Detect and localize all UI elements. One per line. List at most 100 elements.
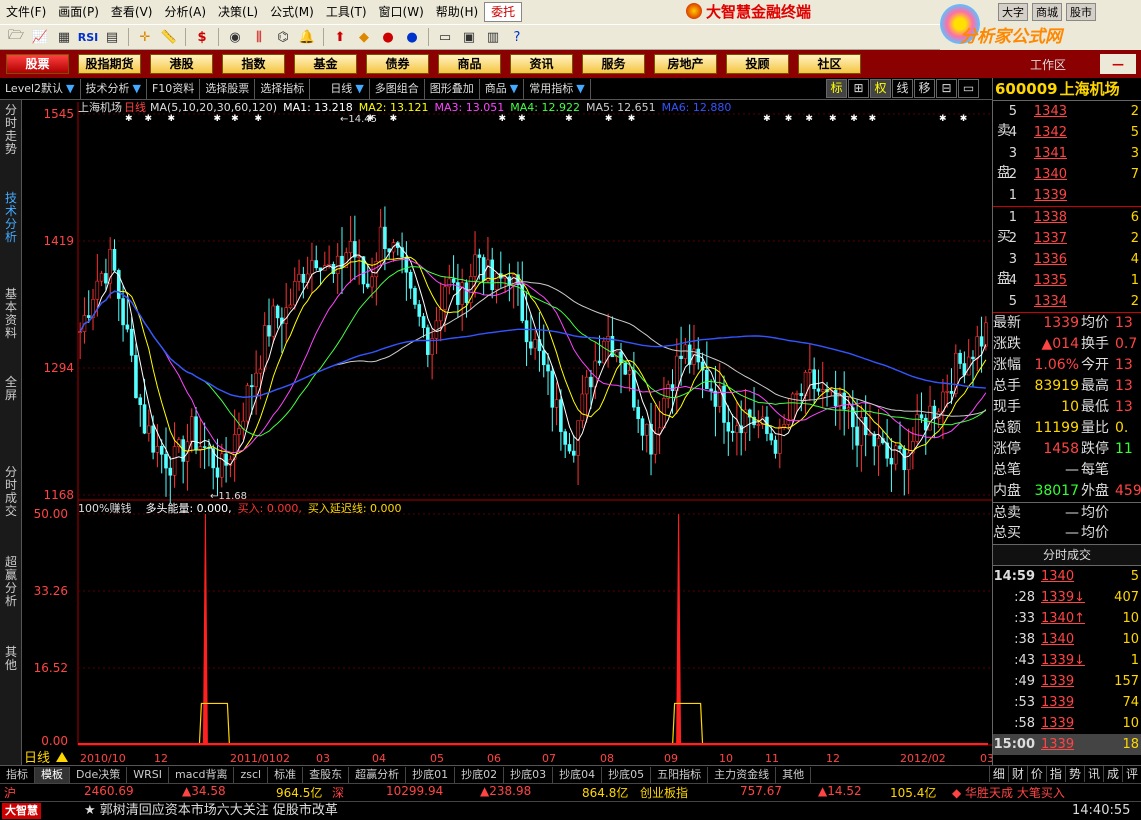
workspace-button[interactable]: 工作区 xyxy=(1030,56,1066,73)
binoculars-icon[interactable]: ⌬ xyxy=(273,27,293,47)
btab-super-analysis[interactable]: 超赢分析 xyxy=(349,766,407,783)
tab-fundamentals[interactable]: 基本资料 xyxy=(2,288,20,340)
mode-full-button[interactable]: ▭ xyxy=(958,79,979,98)
trade-row[interactable]: :49 1339 157 xyxy=(993,671,1141,692)
help-icon[interactable]: ? xyxy=(507,27,527,47)
btab-main-fund[interactable]: 主力资金线 xyxy=(708,766,777,783)
line-chart-icon[interactable]: 📈 xyxy=(30,27,50,47)
market-button[interactable]: 股市 xyxy=(1066,3,1096,21)
f10-button[interactable]: F10资料 xyxy=(147,78,201,99)
trade-row[interactable]: 15:00 1339 18 xyxy=(993,734,1141,755)
btab-bottom02[interactable]: 抄底02 xyxy=(455,766,505,783)
books-icon[interactable]: ▥ xyxy=(483,27,503,47)
select-indicator-button[interactable]: 选择指标 xyxy=(255,78,311,99)
trade-row[interactable]: :28 1339↓ 407 xyxy=(993,587,1141,608)
sh-market-label[interactable]: 沪 xyxy=(4,784,16,801)
tab-intraday[interactable]: 分时走势 xyxy=(2,104,20,156)
alarm-icon[interactable]: 🔔 xyxy=(297,27,317,47)
trade-row[interactable]: 14:59 1340 5 xyxy=(993,566,1141,587)
trade-row[interactable]: :53 1339 74 xyxy=(993,692,1141,713)
btab-indicator[interactable]: 指标 xyxy=(0,766,35,783)
cat-commodities[interactable]: 商品 xyxy=(438,54,501,74)
btab-wrsi[interactable]: WRSI xyxy=(127,766,169,783)
btab-bottom05[interactable]: 抄底05 xyxy=(602,766,652,783)
buy-row[interactable]: 5 1334 2 xyxy=(993,291,1141,312)
trade-row[interactable]: :58 1339 10 xyxy=(993,713,1141,734)
overlay-button[interactable]: 图形叠加 xyxy=(425,78,480,99)
cat-index-futures[interactable]: 股指期货 xyxy=(78,54,141,74)
gem-label[interactable]: 创业板指 xyxy=(640,784,688,801)
rtab-finance[interactable]: 财 xyxy=(1007,766,1027,782)
cat-community[interactable]: 社区 xyxy=(798,54,861,74)
tab-fullscreen[interactable]: 全屏 xyxy=(2,376,20,402)
rtab-trend[interactable]: 势 xyxy=(1064,766,1084,782)
btab-macd-divergence[interactable]: macd背离 xyxy=(169,766,235,783)
period-selector[interactable]: 日线 ▼ xyxy=(310,78,370,99)
rsi-icon[interactable]: RSI xyxy=(78,27,99,47)
level2-selector[interactable]: Level2默认 ▼ xyxy=(0,78,81,99)
buy-row[interactable]: 2 1337 2 xyxy=(993,228,1141,249)
bars-icon[interactable]: ⫼ xyxy=(249,27,269,47)
btab-five-yang[interactable]: 五阳指标 xyxy=(651,766,709,783)
cat-news[interactable]: 资讯 xyxy=(510,54,573,74)
rtab-news[interactable]: 讯 xyxy=(1083,766,1103,782)
dollar-icon[interactable]: $ xyxy=(192,27,212,47)
menu-view[interactable]: 查看(V) xyxy=(105,0,159,24)
cat-hk-stocks[interactable]: 港股 xyxy=(150,54,213,74)
menu-file[interactable]: 文件(F) xyxy=(0,0,52,24)
commodity-selector[interactable]: 商品 ▼ xyxy=(480,78,525,99)
crosshair-icon[interactable]: ✛ xyxy=(135,27,155,47)
sell-row[interactable]: 5 1343 2 xyxy=(993,101,1141,122)
btab-shareholders[interactable]: 查股东 xyxy=(303,766,350,783)
btab-bottom03[interactable]: 抄底03 xyxy=(504,766,554,783)
btab-template[interactable]: 模板 xyxy=(35,766,70,783)
btab-bottom04[interactable]: 抄底04 xyxy=(553,766,603,783)
tab-trades[interactable]: 分时成交 xyxy=(2,466,20,518)
menu-trade[interactable]: 委托 xyxy=(484,2,523,22)
cat-index[interactable]: 指数 xyxy=(222,54,285,74)
mode-line-button[interactable]: 线 xyxy=(892,79,913,98)
mode-mark-button[interactable]: 标 xyxy=(826,79,847,98)
menu-screen[interactable]: 画面(P) xyxy=(52,0,105,24)
btab-other[interactable]: 其他 xyxy=(776,766,812,783)
menu-analysis[interactable]: 分析(A) xyxy=(158,0,212,24)
cat-fund[interactable]: 基金 xyxy=(294,54,357,74)
tab-super-analysis[interactable]: 超赢分析 xyxy=(2,556,20,608)
sell-row[interactable]: 3 1341 3 xyxy=(993,143,1141,164)
window-icon[interactable]: ▣ xyxy=(459,27,479,47)
blue-circle-icon[interactable]: ● xyxy=(402,27,422,47)
sz-market-label[interactable]: 深 xyxy=(332,784,344,801)
btab-zscl[interactable]: zscl xyxy=(234,766,269,783)
cat-bonds[interactable]: 债券 xyxy=(366,54,429,74)
big-font-button[interactable]: 大字 xyxy=(998,3,1028,21)
sell-row[interactable]: 2 1340 7 xyxy=(993,164,1141,185)
menu-help[interactable]: 帮助(H) xyxy=(430,0,484,24)
buy-row[interactable]: 1 1338 6 xyxy=(993,207,1141,228)
tab-other[interactable]: 其他 xyxy=(2,646,20,672)
tab-tech-analysis[interactable]: 技术分析 xyxy=(2,192,20,244)
red-circle-icon[interactable]: ● xyxy=(378,27,398,47)
mode-rights-button[interactable]: 权 xyxy=(870,79,891,98)
trades-header[interactable]: 分时成交 xyxy=(993,544,1141,566)
alert-message[interactable]: ◆ 华胜天成 大笔买入 xyxy=(952,784,1065,801)
kline-chart[interactable]: 1545 1419 1294 1168 50.00 33.26 16.52 0.… xyxy=(22,100,992,765)
rtab-index[interactable]: 指 xyxy=(1045,766,1065,782)
mall-button[interactable]: 商城 xyxy=(1032,3,1062,21)
cat-services[interactable]: 服务 xyxy=(582,54,645,74)
open-folder-icon[interactable]: 🗁 xyxy=(6,27,26,47)
multi-chart-button[interactable]: 多图组合 xyxy=(370,78,425,99)
notepad-icon[interactable]: ▭ xyxy=(435,27,455,47)
rtab-detail[interactable]: 细 xyxy=(988,766,1008,782)
ticker-news[interactable]: ★ 郭树清回应资本市场六大关注 促股市改革 xyxy=(84,803,338,819)
kline-chart-icon[interactable]: ▦ xyxy=(54,27,74,47)
tech-analysis-selector[interactable]: 技术分析 ▼ xyxy=(81,78,147,99)
sell-row[interactable]: 4 1342 5 xyxy=(993,122,1141,143)
cat-real-estate[interactable]: 房地产 xyxy=(654,54,717,74)
rtab-trades[interactable]: 成 xyxy=(1102,766,1122,782)
btab-dde[interactable]: Dde决策 xyxy=(70,766,128,783)
trade-row[interactable]: :33 1340↑ 10 xyxy=(993,608,1141,629)
mode-window-button[interactable]: ⊟ xyxy=(936,79,957,98)
diamond-icon[interactable]: ◆ xyxy=(354,27,374,47)
buy-row[interactable]: 3 1336 4 xyxy=(993,249,1141,270)
cat-stocks[interactable]: 股票 xyxy=(6,54,69,74)
